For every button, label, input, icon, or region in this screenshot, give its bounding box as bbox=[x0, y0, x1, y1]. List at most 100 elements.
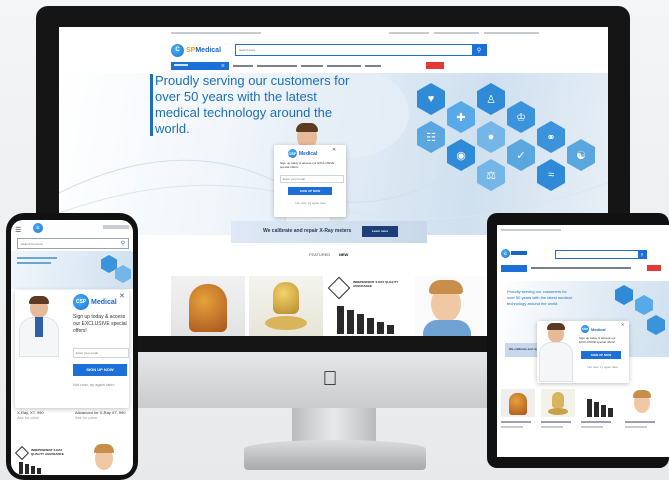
tablet-logo-text bbox=[511, 251, 527, 255]
promo-banner-button[interactable]: Learn more bbox=[362, 226, 398, 237]
phone-screen: ☰ C ⚲ CSP Medical ✕ Sign up today & acce… bbox=[11, 220, 133, 475]
phone-popup-logo-text: Medical bbox=[91, 298, 117, 306]
tablet-screen: C ⚲ Proudly serving our customers for ov… bbox=[497, 225, 669, 457]
logo-mark: C bbox=[171, 44, 184, 57]
tablet-popup-logo: CSP Medical bbox=[581, 325, 606, 333]
hex-icon bbox=[615, 285, 633, 305]
tablet-logo[interactable]: C bbox=[501, 249, 510, 258]
hex-icon bbox=[647, 315, 665, 335]
phone-popup-signup-button[interactable]: SIGN UP NOW bbox=[73, 364, 127, 376]
product-card[interactable] bbox=[249, 276, 323, 336]
tablet-product-card[interactable] bbox=[541, 389, 575, 417]
search-input[interactable] bbox=[236, 45, 472, 55]
nav-link[interactable] bbox=[233, 65, 253, 67]
tablet-popup-logo-text: Medical bbox=[591, 326, 606, 332]
product-price: Ask for price bbox=[17, 415, 40, 420]
hero-headline: Proudly serving our customers for over 5… bbox=[155, 73, 350, 136]
close-icon[interactable]: ✕ bbox=[119, 292, 125, 300]
product-card[interactable] bbox=[415, 276, 485, 336]
product-price: Ask for price bbox=[75, 415, 98, 420]
imac-stand-foot bbox=[244, 440, 426, 470]
signup-popup: CSP Medical ✕ Sign up today & access our… bbox=[274, 145, 346, 217]
product-badge-title: INDEPENDENT X-RAY QUALITY ASSURANCE bbox=[353, 280, 399, 288]
hex-icon bbox=[101, 255, 117, 273]
tab-featured[interactable]: FEATURED bbox=[309, 252, 330, 257]
logo-text: SPMedical bbox=[186, 47, 221, 54]
phone-search-bar[interactable]: ⚲ bbox=[17, 238, 129, 249]
popup-logo: CSP Medical bbox=[288, 149, 317, 158]
product-card[interactable]: INDEPENDENT X-RAY QUALITY ASSURANCE bbox=[327, 276, 411, 336]
tablet-categories[interactable] bbox=[501, 265, 527, 272]
dosimeter-bars bbox=[19, 462, 41, 474]
nav-link[interactable] bbox=[365, 65, 381, 67]
tablet-hero-headline: Proudly serving our customers for over 5… bbox=[507, 289, 572, 306]
phone-popup-logo: CSP Medical bbox=[73, 294, 117, 310]
search-bar[interactable]: ⚲ bbox=[235, 44, 487, 56]
promo-banner-text: We calibrate and repair X-Ray meters bbox=[263, 228, 352, 234]
product-card[interactable] bbox=[171, 276, 245, 336]
promo-banner: We calibrate and repair X-Ray meters Lea… bbox=[231, 221, 427, 243]
search-icon[interactable]: ⚲ bbox=[118, 239, 128, 248]
tablet-product-card[interactable] bbox=[581, 389, 619, 417]
categories-dropdown[interactable]: ☰ bbox=[171, 62, 229, 70]
tablet-search-bar[interactable]: ⚲ bbox=[555, 250, 647, 259]
phone-popup-headline: Sign up today & access our EXCLUSIVE spe… bbox=[73, 314, 127, 334]
tablet-product-card[interactable] bbox=[625, 389, 659, 417]
tablet-top-links bbox=[501, 229, 561, 231]
dosimeter-bars bbox=[337, 306, 407, 334]
tablet-product-captions bbox=[501, 421, 661, 435]
product-tabs: FEATURED NEW bbox=[309, 252, 369, 260]
phone-product-card[interactable]: INDEPENDENT X-RAY QUALITY ASSURANCE bbox=[14, 445, 69, 474]
logo-text-a: SP bbox=[186, 47, 196, 54]
tablet-signup-popup: CSP Medical ✕ Sign up today & access our… bbox=[537, 321, 629, 383]
phone-popup-dismiss-link[interactable]: Not now, try again later. bbox=[73, 382, 127, 388]
popup-dismiss-link[interactable]: Not now, try again later. bbox=[286, 201, 336, 205]
close-icon[interactable]: ✕ bbox=[621, 322, 624, 327]
phone-product[interactable]: Advanced for X-Ray XT, 990 Ask for price bbox=[75, 410, 129, 420]
flag-icon[interactable] bbox=[647, 265, 661, 271]
search-icon[interactable]: ⚲ bbox=[638, 251, 646, 258]
flag-icon[interactable] bbox=[426, 62, 444, 69]
tablet-popup-headline: Sign up today & access our EXCLUSIVE spe… bbox=[579, 336, 616, 344]
popup-logo-text: Medical bbox=[299, 150, 318, 157]
nav-link[interactable] bbox=[327, 65, 361, 67]
tab-new[interactable]: NEW bbox=[339, 252, 348, 257]
tablet-popup-signup-button[interactable]: SIGN UP NOW bbox=[581, 351, 621, 359]
phone-popup-logo-mark: CSP bbox=[73, 294, 89, 310]
phone-popup-email-input[interactable] bbox=[73, 348, 129, 358]
tablet-nav bbox=[531, 267, 631, 269]
hamburger-icon[interactable]: ☰ bbox=[15, 226, 21, 234]
close-icon[interactable]: ✕ bbox=[332, 147, 336, 153]
phone-product-card[interactable] bbox=[87, 442, 121, 475]
phone-hero bbox=[11, 251, 133, 289]
popup-signup-button[interactable]: SIGN UP NOW bbox=[288, 187, 332, 195]
imac-stand-neck bbox=[292, 408, 376, 442]
search-button[interactable]: ⚲ bbox=[472, 45, 486, 55]
tablet-popup-logo-mark: CSP bbox=[581, 325, 589, 333]
diamond-icon bbox=[327, 276, 351, 300]
diamond-icon bbox=[14, 445, 30, 461]
phone-signup-popup: CSP Medical ✕ Sign up today & access our… bbox=[15, 290, 129, 408]
top-utility-bar bbox=[59, 30, 608, 36]
phone-product[interactable]: X-Ray, XT, 990 Ask for price bbox=[17, 410, 69, 420]
logo-text-b: Medical bbox=[195, 47, 222, 54]
apple-logo:  bbox=[319, 368, 341, 390]
tablet-product-card[interactable] bbox=[501, 389, 535, 417]
tablet-popup-dismiss-link[interactable]: Not now, try again later. bbox=[579, 365, 627, 369]
phone-top-links bbox=[103, 225, 129, 229]
search-icon: ⚲ bbox=[476, 47, 482, 54]
main-nav: ☰ bbox=[171, 62, 491, 70]
doctor-image bbox=[539, 323, 573, 382]
hero-accent-bar bbox=[150, 74, 153, 136]
site-logo[interactable]: C SPMedical bbox=[171, 44, 221, 57]
phone-search-input[interactable] bbox=[18, 239, 118, 248]
hex-icon bbox=[635, 295, 653, 315]
popup-email-input[interactable] bbox=[280, 175, 344, 183]
phone-product-badge: INDEPENDENT X-RAY QUALITY ASSURANCE bbox=[31, 448, 64, 456]
hex-icon bbox=[115, 265, 131, 283]
nav-link[interactable] bbox=[301, 65, 323, 67]
doctor-image bbox=[19, 296, 59, 358]
popup-headline: Sign up today & access our EXCLUSIVE spe… bbox=[280, 161, 335, 169]
nav-link[interactable] bbox=[257, 65, 297, 67]
phone-logo[interactable]: C bbox=[33, 223, 43, 233]
